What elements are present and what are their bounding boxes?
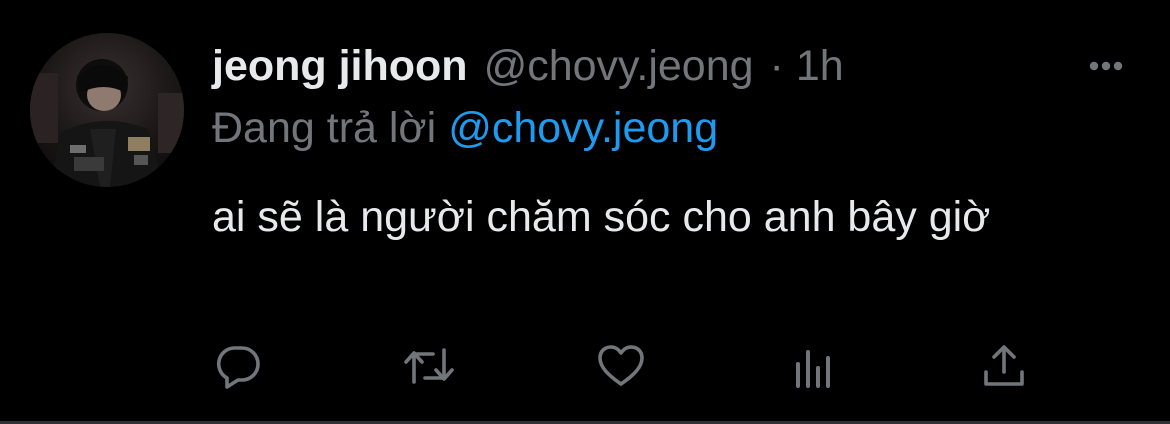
tweet[interactable]: jeong jihoon @chovy.jeong · 1h Đang trả … (0, 0, 1170, 424)
display-name[interactable]: jeong jihoon (212, 40, 468, 92)
share-button[interactable] (978, 340, 1030, 392)
retweet-button[interactable] (403, 340, 455, 392)
timestamp[interactable]: 1h (796, 40, 844, 92)
replying-to-label: Đang trả lời (212, 104, 437, 152)
action-bar (0, 340, 1170, 396)
tweet-header: jeong jihoon @chovy.jeong · 1h (212, 40, 844, 92)
more-horizontal-icon (1089, 61, 1123, 71)
more-options-button[interactable] (1082, 52, 1130, 80)
replying-to: Đang trả lời @chovy.jeong (212, 102, 718, 154)
reply-button[interactable] (212, 340, 264, 392)
heart-icon (598, 345, 644, 386)
replying-to-mention[interactable]: @chovy.jeong (448, 104, 718, 152)
retweet-icon (404, 348, 454, 384)
like-button[interactable] (595, 340, 647, 392)
share-upload-icon (984, 345, 1024, 386)
tweet-text: ai sẽ là người chăm sóc cho anh bây giờ (212, 193, 991, 241)
views-bar-chart-icon (796, 350, 830, 388)
avatar[interactable] (30, 33, 184, 187)
separator-dot: · (769, 42, 784, 90)
avatar-image (30, 33, 184, 187)
reply-bubble-icon (216, 346, 260, 389)
user-handle[interactable]: @chovy.jeong (484, 40, 754, 92)
views-button[interactable] (788, 340, 840, 392)
